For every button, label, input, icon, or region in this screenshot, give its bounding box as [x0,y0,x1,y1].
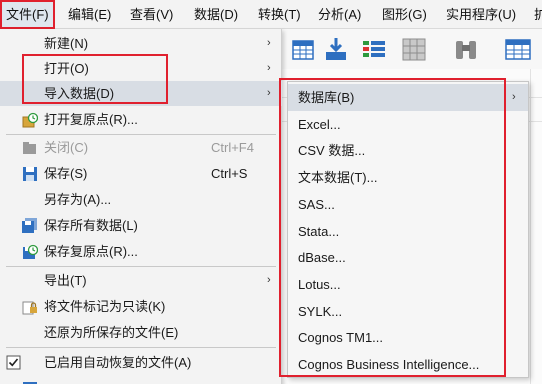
submenu-item-cognos-tm1[interactable]: Cognos TM1... [288,324,528,351]
menu-item-close[interactable]: 关闭(C) Ctrl+F4 [0,135,282,160]
submenu-item-label: Cognos TM1... [298,330,384,346]
menu-transform[interactable]: 转换(T) [258,0,301,29]
menu-item-auto-recovery[interactable]: 已启用自动恢复的文件(A) [0,350,282,375]
menu-bar: 文件(F) 编辑(E) 查看(V) 数据(D) 转换(T) 分析(A) 图形(G… [0,0,542,29]
menu-item-shortcut: Ctrl+F4 [211,140,254,155]
menu-item-label: 已启用自动恢复的文件(A) [44,355,192,370]
submenu-item-stata[interactable]: Stata... [288,218,528,245]
arrow-right-icon: › [267,37,271,49]
menu-edit[interactable]: 编辑(E) [68,0,111,29]
menu-item-save-all-data[interactable]: 保存所有数据(L) [0,213,282,238]
submenu-item-label: dBase... [298,250,346,266]
binoculars-icon[interactable] [452,35,480,63]
submenu-item-label: Lotus... [298,276,341,292]
menu-item-open[interactable]: 打开(O) › [0,56,282,81]
menu-item-label: 保存复原点(R)... [44,244,138,259]
close-file-icon [23,142,36,154]
menu-item-label: 将文件标记为只读(K) [44,299,166,314]
save-all-icon [22,218,37,233]
menu-item-label: 保存所有数据(L) [44,218,138,233]
submenu-item-label: Cognos Business Intelligence... [298,357,480,372]
submenu-item-label: CSV 数据... [298,143,366,159]
save-icon [23,167,37,181]
submenu-item-dbase[interactable]: dBase... [288,244,528,271]
menu-item-export[interactable]: 导出(T) › [0,268,282,293]
submenu-item-label: Stata... [298,223,340,239]
menu-analyze[interactable]: 分析(A) [318,0,361,29]
variable-list-icon[interactable] [360,35,388,63]
menu-graphs[interactable]: 图形(G) [382,0,427,29]
menu-view[interactable]: 查看(V) [130,0,173,29]
arrow-right-icon: › [267,274,271,286]
menu-file[interactable]: 文件(F) [1,0,53,29]
menu-item-revert-to-saved[interactable]: 还原为所保存的文件(E) [0,320,282,345]
grid-table-icon[interactable] [400,35,428,63]
menu-item-label: 还原为所保存的文件(E) [44,325,179,340]
import-download-icon[interactable] [322,35,350,63]
menu-item-shortcut: Ctrl+S [211,166,248,181]
menu-item-new[interactable]: 新建(N) › [0,31,282,56]
submenu-item-label: SYLK... [298,303,343,319]
submenu-item-sylk[interactable]: SYLK... [288,298,528,325]
menu-item-label: 导出(T) [44,273,87,288]
submenu-item-label: 数据库(B) [298,90,355,105]
submenu-item-label: 文本数据(T)... [298,170,378,186]
submenu-item-lotus[interactable]: Lotus... [288,271,528,298]
read-only-lock-icon [22,301,37,315]
menu-item-mark-read-only[interactable]: 将文件标记为只读(K) [0,294,282,319]
toolbar [278,29,542,69]
menu-extensions[interactable]: 扩 [534,0,542,29]
menu-item-open-restore-point[interactable]: 打开复原点(R)... [0,107,282,132]
arrow-right-icon: › [267,62,271,74]
file-menu: 新建(N) › 打开(O) › 导入数据(D) › 打开复原点(R)... 关闭… [0,29,282,384]
menu-item-partial [0,376,282,384]
menu-data[interactable]: 数据(D) [194,0,238,29]
submenu-item-csv[interactable]: CSV 数据... [288,137,528,164]
checkbox-checked-icon [6,355,21,370]
submenu-item-excel[interactable]: Excel... [288,111,528,138]
menu-item-label: 打开复原点(R)... [44,112,138,127]
submenu-item-label: Excel... [298,116,341,132]
menu-item-save[interactable]: 保存(S) Ctrl+S [0,161,282,186]
menu-item-label: 打开(O) [44,61,89,76]
save-restore-icon [23,244,38,259]
submenu-item-text-data[interactable]: 文本数据(T)... [288,164,528,191]
submenu-item-database[interactable]: 数据库(B) › [288,84,528,111]
table-icon[interactable] [504,35,532,63]
data-editor-icon[interactable] [290,35,318,63]
menu-item-import-data[interactable]: 导入数据(D) › [0,81,282,106]
menu-utilities[interactable]: 实用程序(U) [446,0,516,29]
menu-item-label: 新建(N) [44,36,89,51]
menu-separator [6,347,276,348]
menu-item-save-as[interactable]: 另存为(A)... [0,187,282,212]
menu-item-label: 保存(S) [44,166,88,181]
arrow-right-icon: › [267,87,271,99]
import-data-submenu: 数据库(B) › Excel... CSV 数据... 文本数据(T)... S… [287,81,529,378]
menu-separator [6,266,276,267]
menu-item-label: 另存为(A)... [44,192,112,207]
arrow-right-icon: › [512,91,516,103]
submenu-item-cognos-bi[interactable]: Cognos Business Intelligence... [288,351,528,378]
menu-item-label: 关闭(C) [44,140,89,155]
menu-item-label: 导入数据(D) [44,86,115,101]
menu-item-save-restore-point[interactable]: 保存复原点(R)... [0,239,282,264]
submenu-item-sas[interactable]: SAS... [288,191,528,218]
submenu-item-label: SAS... [298,196,335,212]
open-restore-icon [22,112,38,128]
